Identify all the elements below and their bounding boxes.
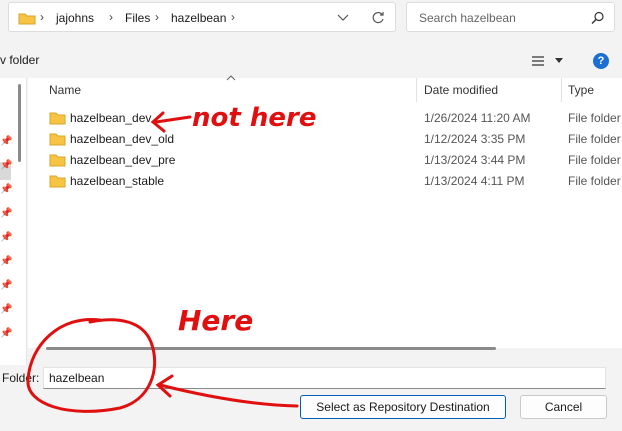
column-header-name[interactable]: Name [49, 83, 81, 97]
pin-icon: 📌 [0, 256, 13, 267]
pin-icon: 📌 [0, 328, 13, 339]
folder-icon [49, 175, 66, 188]
breadcrumb-separator-icon: › [109, 10, 113, 24]
search-icon[interactable] [591, 11, 605, 25]
breadcrumb-hazelbean[interactable]: hazelbean [171, 11, 226, 25]
breadcrumb-separator-icon: › [155, 10, 159, 24]
file-type: File folder [568, 111, 621, 125]
address-bar[interactable]: › jajohns › Files › hazelbean › [8, 2, 396, 32]
file-date: 1/12/2024 3:35 PM [424, 132, 526, 146]
folder-label: Folder: [2, 371, 40, 385]
file-date: 1/26/2024 11:20 AM [424, 111, 531, 125]
pin-icon: 📌 [0, 232, 13, 243]
file-type: File folder [568, 153, 621, 167]
pin-icon: 📌 [0, 280, 13, 291]
breadcrumb-separator-icon: › [40, 10, 44, 24]
pin-icon: 📌 [0, 304, 13, 315]
select-destination-button[interactable]: Select as Repository Destination [300, 395, 506, 419]
file-name: hazelbean_dev_old [70, 132, 175, 146]
column-header-date-modified[interactable]: Date modified [424, 83, 498, 97]
file-name: hazelbean_dev [70, 111, 152, 125]
file-type: File folder [568, 132, 621, 146]
folder-input[interactable] [43, 367, 606, 389]
file-type: File folder [568, 174, 621, 188]
table-row[interactable]: hazelbean_dev 1/26/2024 11:20 AM File fo… [48, 108, 622, 129]
cancel-button[interactable]: Cancel [520, 395, 607, 419]
chevron-down-icon[interactable] [554, 57, 564, 64]
folder-icon [49, 154, 66, 167]
pin-icon: 📌 [0, 136, 13, 147]
view-menu-icon[interactable] [531, 55, 545, 67]
column-divider[interactable] [561, 78, 562, 102]
file-date: 1/13/2024 3:44 PM [424, 153, 526, 167]
search-input[interactable]: Search hazelbean [419, 11, 516, 25]
column-divider[interactable] [416, 78, 417, 102]
chevron-down-icon[interactable] [337, 13, 349, 23]
folder-icon [18, 13, 36, 25]
search-box[interactable]: Search hazelbean [406, 2, 615, 32]
column-header-type[interactable]: Type [568, 83, 594, 97]
file-name: hazelbean_stable [70, 174, 165, 188]
breadcrumb-files[interactable]: Files [125, 11, 150, 25]
breadcrumb-separator-icon: › [231, 10, 235, 24]
table-row[interactable]: hazelbean_stable 1/13/2024 4:11 PM File … [48, 171, 622, 192]
vertical-scrollbar[interactable] [18, 84, 21, 162]
pin-icon: 📌 [0, 184, 13, 195]
table-row[interactable]: hazelbean_dev_old 1/12/2024 3:35 PM File… [48, 129, 622, 150]
horizontal-scrollbar[interactable] [46, 347, 496, 350]
refresh-icon[interactable] [371, 11, 385, 25]
file-date: 1/13/2024 4:11 PM [424, 174, 525, 188]
folder-icon [49, 133, 66, 146]
folder-icon [49, 112, 66, 125]
breadcrumb-jajohns[interactable]: jajohns [56, 11, 94, 25]
table-row[interactable]: hazelbean_dev_pre 1/13/2024 3:44 PM File… [48, 150, 622, 171]
sort-arrow-icon [226, 75, 236, 81]
pin-icon: 📌 [0, 160, 13, 171]
new-folder-button[interactable]: v folder [0, 53, 39, 67]
file-name: hazelbean_dev_pre [70, 153, 176, 167]
navigation-pane[interactable] [0, 78, 27, 365]
help-icon[interactable]: ? [593, 53, 609, 69]
pin-icon: 📌 [0, 208, 13, 219]
